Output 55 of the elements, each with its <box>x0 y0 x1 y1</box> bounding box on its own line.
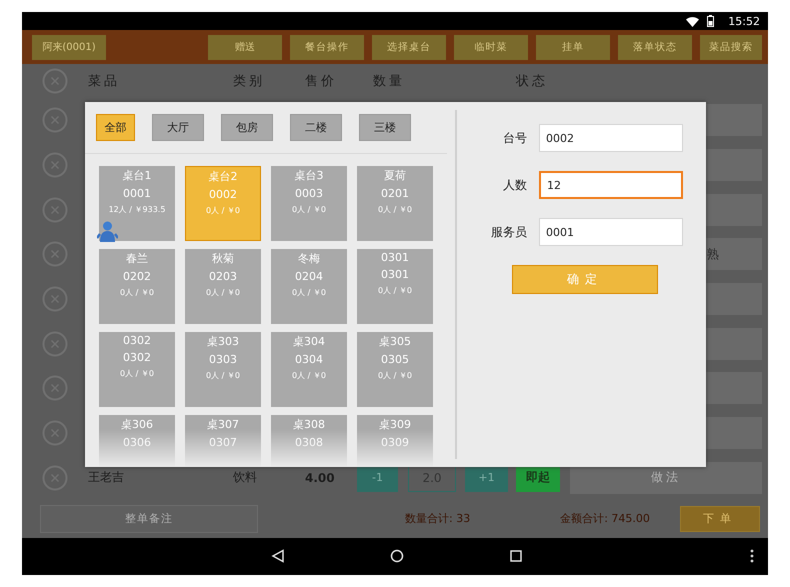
table-card[interactable]: 桌台3 0003 0人 / ￥0 <box>271 166 347 241</box>
toolbar-button[interactable]: 落单状态 <box>618 34 692 60</box>
field-label: 人数 <box>502 176 527 194</box>
dish-price: 4.00 <box>305 470 336 485</box>
home-icon[interactable] <box>390 549 404 564</box>
confirm-button[interactable]: 确定 <box>512 265 658 294</box>
field-label: 台号 <box>502 130 527 146</box>
area-tab[interactable]: 包房 <box>221 114 273 141</box>
table-card[interactable]: 桌305 0305 0人 / ￥0 <box>357 332 433 407</box>
toolbar-button[interactable]: 选择桌台 <box>372 34 446 60</box>
table-card[interactable]: 桌304 0304 0人 / ￥0 <box>271 332 347 407</box>
recent-apps-icon[interactable] <box>510 550 522 562</box>
table-card[interactable]: 0302 0302 0人 / ￥0 <box>99 332 175 407</box>
column-header: 数量 <box>372 73 406 90</box>
table-card[interactable]: 桌309 0309 <box>357 415 433 467</box>
toolbar-button[interactable]: 挂单 <box>536 34 610 60</box>
table-card[interactable]: 桌306 0306 <box>99 415 175 467</box>
input-field[interactable]: 12 <box>539 171 683 199</box>
dish-name: 王老吉 <box>88 469 125 486</box>
toolbar-button[interactable]: 菜品搜索 <box>700 34 762 60</box>
table-card[interactable]: 桌307 0307 <box>185 415 261 467</box>
table-card[interactable]: 秋菊 0203 0人 / ￥0 <box>185 249 261 324</box>
table-card[interactable]: 桌308 0308 <box>271 415 347 467</box>
column-header: 菜品 <box>88 73 121 90</box>
table-card[interactable]: 夏荷 0201 0人 / ￥0 <box>357 166 433 241</box>
table-card[interactable]: 桌台2 0002 0人 / ￥0 <box>185 166 261 241</box>
submit-order-button[interactable]: 下单 <box>680 506 760 532</box>
toolbar-button[interactable]: 临时菜 <box>454 34 528 60</box>
area-tab[interactable]: 三楼 <box>359 114 411 141</box>
table-card[interactable]: 0301 0301 0人 / ￥0 <box>357 249 433 324</box>
toolbar-button[interactable]: 餐台操作 <box>290 34 364 60</box>
table-card[interactable]: 冬梅 0204 0人 / ￥0 <box>271 249 347 324</box>
column-header: 状态 <box>516 73 549 90</box>
area-tab[interactable]: 全部 <box>96 114 135 141</box>
waiter-button[interactable]: 阿来(0001) <box>32 34 106 60</box>
column-header: 类别 <box>233 73 266 90</box>
battery-icon <box>707 15 714 27</box>
menu-icon[interactable] <box>750 549 754 564</box>
order-remark-button[interactable]: 整单备注 <box>40 504 258 533</box>
table-card[interactable]: 桌台1 0001 12人 / ￥933.5 <box>99 166 175 241</box>
toolbar-button[interactable]: 赠送 <box>208 34 282 60</box>
area-tab[interactable]: 大厅 <box>152 114 204 141</box>
wifi-icon <box>686 16 700 26</box>
field-label: 服务员 <box>490 224 527 240</box>
clock: 15:52 <box>728 14 760 28</box>
input-field[interactable]: 0002 <box>539 124 683 152</box>
input-field[interactable]: 0001 <box>539 218 683 246</box>
area-tab[interactable]: 二楼 <box>290 114 342 141</box>
back-icon[interactable] <box>271 549 285 564</box>
table-card[interactable]: 春兰 0202 0人 / ￥0 <box>99 249 175 324</box>
amount-total: 金额合计: 745.00 <box>560 511 650 526</box>
quantity-total: 数量合计: 33 <box>405 511 470 526</box>
column-header: 售价 <box>305 73 338 90</box>
table-card[interactable]: 桌303 0303 0人 / ￥0 <box>185 332 261 407</box>
dish-category: 饮料 <box>233 469 258 486</box>
